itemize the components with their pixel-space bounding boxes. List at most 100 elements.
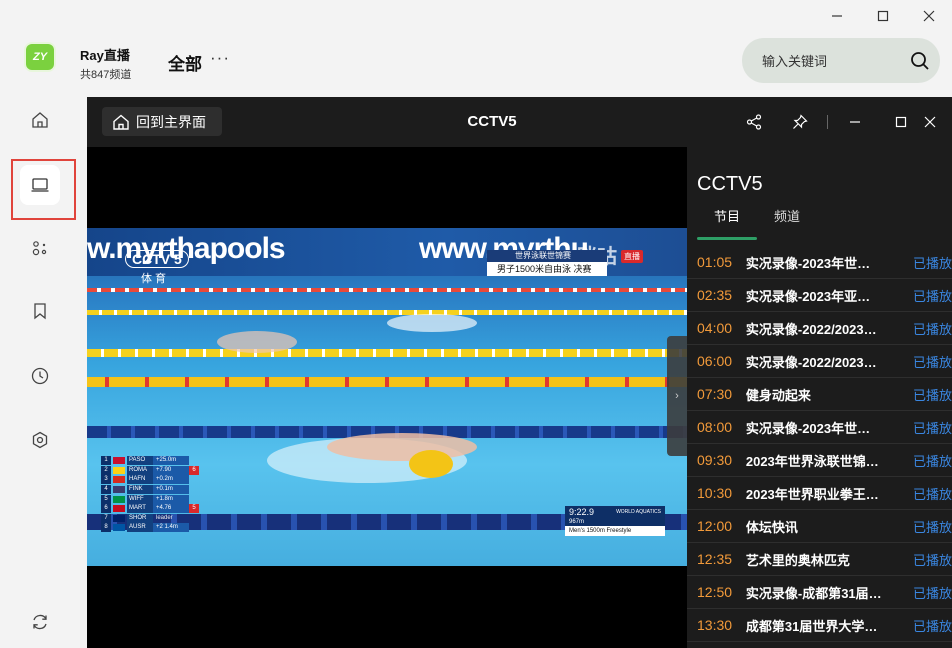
sidebar-item-apps[interactable]	[20, 228, 60, 268]
program-status[interactable]: 已播放	[913, 418, 952, 437]
program-row[interactable]: 01:05 实况录像-2023年世… 已播放	[687, 246, 952, 279]
program-status[interactable]: 已播放	[913, 517, 952, 536]
minimize-icon	[832, 15, 842, 17]
event-caption-line2: 男子1500米自由泳 决赛	[487, 262, 607, 276]
window-minimize-button[interactable]	[814, 0, 860, 32]
flag-icon	[113, 476, 125, 484]
settings-icon	[32, 431, 48, 449]
program-status[interactable]: 已播放	[913, 352, 952, 371]
program-name: 实况录像-成都第31届…	[745, 585, 882, 601]
refresh-icon	[33, 614, 47, 630]
program-row[interactable]: 12:35 艺术里的奥林匹克 已播放	[687, 543, 952, 576]
window-close-button[interactable]	[906, 0, 952, 32]
program-row[interactable]: 02:35 实况录像-2023年亚… 已播放	[687, 279, 952, 312]
program-name: 体坛快讯	[745, 519, 798, 535]
video-area[interactable]: w.myrthapools www.myrthu 咪咕 CCTV 5 体 育 世…	[87, 147, 687, 648]
sidebar-item-settings[interactable]	[20, 420, 60, 460]
program-name: 成都第31届世界大学…	[745, 618, 878, 634]
share-button[interactable]	[731, 97, 777, 147]
event-caption-line1: 世界泳联世锦赛	[487, 250, 607, 262]
program-panel: CCTV5 节目 频道 01:05 实况录像-2023年世… 已播放 02:35 实况录…	[687, 147, 952, 648]
program-status[interactable]: 已播放	[913, 484, 952, 503]
program-name: 2023年世界泳联世锦…	[745, 453, 879, 469]
sidebar-item-home[interactable]	[20, 100, 60, 140]
player-minimize-button[interactable]	[832, 97, 878, 147]
category-title[interactable]: 全部	[168, 50, 202, 75]
swimmer-name: WIFF	[127, 494, 153, 504]
swimmer-name: SHOR	[127, 513, 153, 523]
search-box[interactable]: 输入关键词	[742, 38, 940, 83]
program-row[interactable]: 06:00 实况录像-2022/2023… 已播放	[687, 345, 952, 378]
swimmer-gap: +2 1.4m	[153, 523, 189, 533]
program-row[interactable]: 08:00 实况录像-2023年世… 已播放	[687, 411, 952, 444]
program-time: 09:30	[697, 452, 733, 468]
program-list: 01:05 实况录像-2023年世… 已播放 02:35 实况录像-2023年亚… 已播放…	[687, 246, 952, 642]
flag-icon	[113, 486, 125, 494]
program-status[interactable]: 已播放	[913, 385, 952, 404]
search-input[interactable]: 输入关键词	[762, 51, 900, 70]
channel-count: 共847频道	[80, 69, 132, 81]
swimmer-gap: +0.2m	[153, 475, 189, 485]
program-channel-title: CCTV5	[697, 173, 763, 195]
swimmer-name: FINK	[127, 485, 153, 495]
program-status[interactable]: 已播放	[913, 253, 952, 272]
pin-button[interactable]	[777, 97, 823, 147]
program-status[interactable]: 已播放	[913, 583, 952, 602]
window-maximize-button[interactable]	[860, 0, 906, 32]
swimmer-rank: 5	[189, 504, 199, 514]
program-name: 实况录像-2022/2023…	[745, 321, 877, 337]
program-status[interactable]: 已播放	[913, 550, 952, 569]
program-row[interactable]: 10:30 2023年世界职业拳王… 已播放	[687, 477, 952, 510]
player-close-button[interactable]	[924, 97, 952, 147]
sidebar-item-bookmark[interactable]	[20, 291, 60, 331]
scoreboard-row: 3 HAFN +0.2m	[101, 475, 251, 485]
search-button[interactable]	[900, 51, 940, 71]
swimmer	[217, 331, 297, 353]
program-row[interactable]: 12:50 实况录像-成都第31届… 已播放	[687, 576, 952, 609]
swimmer-gap: +25.0m	[153, 456, 189, 466]
app-header: ZY Ray直播 共847频道 全部 ··· 输入关键词	[0, 32, 952, 94]
more-button[interactable]: ···	[210, 48, 230, 68]
race-scoreboard: 1 PASO +25.0m 2 ROMA +7.90 6 3 HAFN +0.2m 4 FINK +0.…	[101, 456, 251, 533]
app-logo: ZY	[26, 44, 54, 70]
history-icon	[31, 367, 49, 385]
timer-brand: WORLD AQUATICS	[616, 509, 661, 515]
app-name: Ray直播	[80, 48, 130, 63]
window-controls	[814, 0, 952, 32]
share-icon	[746, 114, 762, 130]
program-status[interactable]: 已播放	[913, 451, 952, 470]
program-status[interactable]: 已播放	[913, 616, 952, 635]
tab-programs[interactable]: 节目	[697, 207, 757, 240]
program-time: 13:30	[697, 617, 733, 633]
swimmer-gap: +1.8m	[153, 494, 189, 504]
flag-icon	[113, 495, 125, 503]
program-row[interactable]: 09:30 2023年世界泳联世锦… 已播放	[687, 444, 952, 477]
minimize-icon	[850, 121, 860, 123]
video-frame: w.myrthapools www.myrthu 咪咕 CCTV 5 体 育 世…	[87, 228, 687, 566]
swimmer-gap: +4.76	[153, 504, 189, 514]
swimmer-note: leader	[156, 515, 173, 522]
program-time: 12:35	[697, 551, 733, 567]
sidebar-item-refresh[interactable]	[20, 602, 60, 642]
panel-toggle-handle[interactable]: ›	[667, 336, 687, 456]
scoreboard-row: 6 MART +4.76 5	[101, 504, 251, 514]
player-maximize-button[interactable]	[878, 97, 924, 147]
program-time: 02:35	[697, 287, 733, 303]
program-row[interactable]: 13:30 成都第31届世界大学… 已播放	[687, 609, 952, 642]
lane-rope	[87, 310, 687, 315]
lane-number: 7	[101, 513, 111, 523]
player-toolbar: 回到主界面 CCTV5	[87, 97, 952, 147]
program-row[interactable]: 12:00 体坛快讯 已播放	[687, 510, 952, 543]
program-row[interactable]: 04:00 实况录像-2022/2023… 已播放	[687, 312, 952, 345]
program-row[interactable]: 07:30 健身动起来 已播放	[687, 378, 952, 411]
program-status[interactable]: 已播放	[913, 319, 952, 338]
program-status[interactable]: 已播放	[913, 286, 952, 305]
tab-channels[interactable]: 频道	[757, 207, 817, 240]
program-time: 06:00	[697, 353, 733, 369]
swim-cap	[409, 450, 453, 478]
swimmer-gap: +7.90	[153, 465, 189, 475]
search-icon	[911, 51, 929, 70]
close-icon	[923, 10, 935, 22]
sidebar-item-history[interactable]	[20, 356, 60, 396]
program-time: 08:00	[697, 419, 733, 435]
